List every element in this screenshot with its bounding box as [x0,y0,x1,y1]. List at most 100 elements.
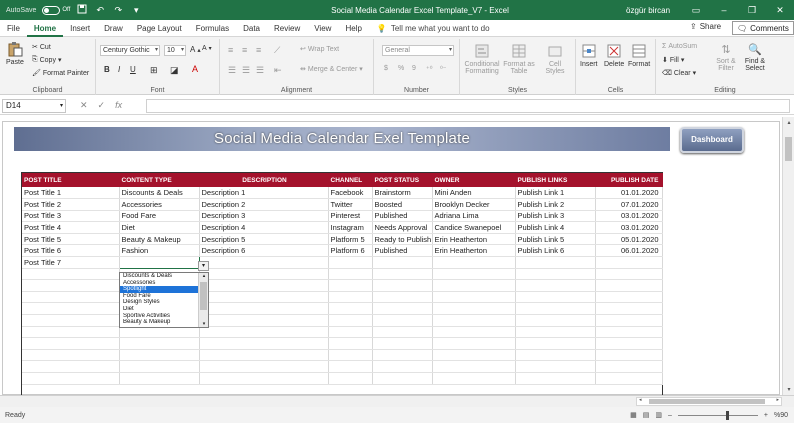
tell-me-box[interactable]: 💡 Tell me what you want to do [377,24,490,33]
cell-empty[interactable] [595,372,663,385]
cell-content-type[interactable]: Beauty & Makeup [119,233,200,246]
cell-empty[interactable] [515,349,596,362]
cell-empty[interactable] [595,360,663,373]
tab-formulas[interactable]: Formulas [189,20,236,37]
zoom-slider[interactable] [677,410,758,420]
wrap-text-button[interactable]: ↩ Wrap Text [300,45,339,54]
tab-review[interactable]: Review [267,20,307,37]
clear-button[interactable]: ⌫ Clear ▾ [662,69,696,78]
cell-publish-date[interactable]: 05.01.2020 [595,233,663,246]
cell-empty[interactable] [515,326,596,339]
scroll-left-icon[interactable]: ◂ [639,397,642,403]
cell-empty[interactable] [515,291,596,304]
autosum-button[interactable]: Σ AutoSum [662,43,697,50]
shrink-font-icon[interactable]: A ▾ [202,45,212,52]
cell-empty[interactable] [432,268,516,281]
cell-empty[interactable] [372,349,433,362]
cell-content-type[interactable]: Discounts & Deals [119,187,200,200]
cell-post-title[interactable]: Post Title 3 [22,210,120,223]
borders-icon[interactable]: ⊞ [150,65,158,76]
cut-button[interactable]: ✂ Cut [32,43,51,52]
cell-publish-link[interactable]: Publish Link 5 [515,233,596,246]
header-post-status[interactable]: POST STATUS [372,173,433,187]
header-publish-links[interactable]: PUBLISH LINKS [515,173,596,187]
cell-empty[interactable] [515,360,596,373]
scroll-right-icon[interactable]: ▸ [776,397,779,403]
cell-description[interactable]: Description 5 [199,233,329,246]
cell-empty[interactable] [22,302,120,316]
cell-publish-link[interactable]: Publish Link 1 [515,187,596,200]
cell-empty[interactable] [22,372,120,385]
dropdown-option[interactable]: Design Styles [120,299,198,306]
formula-input[interactable] [146,99,790,113]
cell-empty[interactable] [199,268,329,281]
cell-empty[interactable] [199,360,329,373]
percent-button[interactable]: % [398,65,404,72]
cell-channel[interactable]: Instagram [328,221,373,234]
share-button[interactable]: ⇪ Share [690,22,721,31]
horizontal-scroll-thumb[interactable] [649,399,765,404]
page-break-view-icon[interactable]: ▥ [655,411,662,419]
cell-owner[interactable]: Adriana Lima [432,210,516,223]
cell-channel[interactable]: Facebook [328,187,373,200]
dropdown-scrollbar[interactable]: ▴ ▾ [198,273,208,327]
tab-help[interactable]: Help [338,20,368,37]
copy-button[interactable]: ⎘ Copy ▾ [32,56,61,64]
insert-function-icon[interactable]: fx [115,100,122,111]
tab-view[interactable]: View [307,20,338,37]
cell-empty[interactable] [595,291,663,304]
cell-empty[interactable] [432,279,516,292]
zoom-in-icon[interactable]: + [764,412,768,419]
autosave-toggle[interactable] [42,5,61,15]
cell-empty[interactable] [372,326,433,339]
cell-empty[interactable] [22,291,120,304]
ribbon-display-icon[interactable]: ▭ [682,5,710,16]
cell-empty[interactable] [22,314,120,327]
cell-publish-link[interactable]: Publish Link 3 [515,210,596,223]
cell-empty[interactable] [432,314,516,327]
cell-empty[interactable] [328,372,373,385]
dropdown-option[interactable]: Discounts & Deals [120,273,198,280]
cell-empty[interactable] [372,337,433,350]
cell-owner[interactable]: Mini Anden [432,187,516,200]
dropdown-option[interactable]: Accessories [120,280,198,287]
enter-icon[interactable]: ✓ [98,100,106,111]
vertical-scroll-thumb[interactable] [785,137,792,161]
cell-publish-link[interactable]: Publish Link 6 [515,244,596,258]
cell-empty[interactable] [595,326,663,339]
fill-color-icon[interactable]: ◪ [170,65,179,76]
scroll-down-icon[interactable]: ▾ [783,386,794,393]
cell-empty[interactable] [328,314,373,327]
cell-empty[interactable] [432,360,516,373]
cell-post-status[interactable]: Ready to Publish [372,233,433,246]
tab-data[interactable]: Data [236,20,267,37]
cell-empty[interactable] [372,360,433,373]
cell-empty[interactable] [328,279,373,292]
header-channel[interactable]: CHANNEL [328,173,373,187]
cell-channel[interactable]: Twitter [328,198,373,211]
cell-owner[interactable]: Brooklyn Decker [432,198,516,211]
zoom-slider-knob[interactable] [725,410,729,420]
underline-button[interactable]: U [130,65,136,74]
cell-empty[interactable] [22,279,120,292]
cell-description[interactable]: Description 3 [199,210,329,223]
cell-channel[interactable] [328,256,373,269]
align-center-icon[interactable]: ☰ [242,65,250,76]
tab-home[interactable]: Home [26,20,64,37]
cell-publish-date[interactable]: 03.01.2020 [595,221,663,234]
cell-styles-button[interactable]: Cell Styles [540,43,570,75]
dropdown-option[interactable]: Food Fare [120,293,198,300]
cell-empty[interactable] [199,372,329,385]
cell-description[interactable]: Description 2 [199,198,329,211]
cell-channel[interactable]: Platform 6 [328,244,373,258]
increase-decimal-icon[interactable]: ⁺⁰ [426,65,433,73]
cell-empty[interactable] [432,349,516,362]
cell-empty[interactable] [199,326,329,339]
currency-button[interactable]: $ [384,65,388,72]
dropdown-option[interactable]: Diet [120,306,198,313]
cell-content-type[interactable] [118,256,200,269]
cell-empty[interactable] [199,349,329,362]
cell-owner[interactable] [432,256,516,269]
cell-empty[interactable] [372,291,433,304]
undo-icon[interactable]: ↶ [94,5,106,16]
